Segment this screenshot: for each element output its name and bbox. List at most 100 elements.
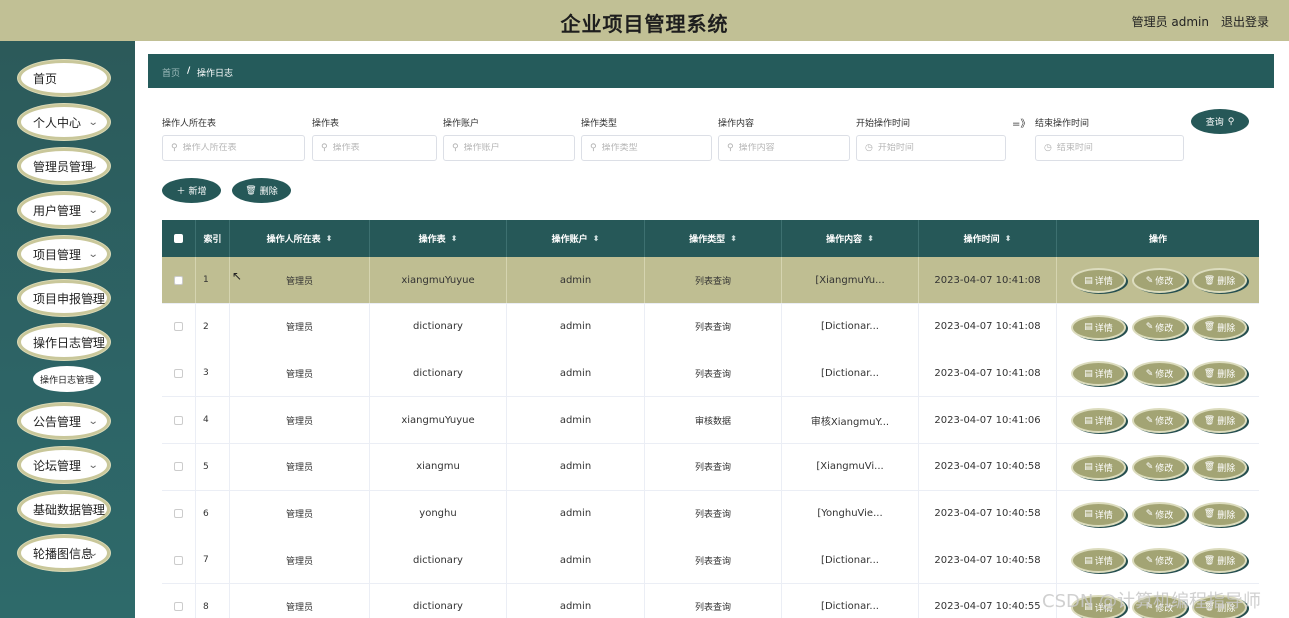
type-input[interactable] <box>601 143 702 153</box>
delete-button[interactable]: 🗑 删除 <box>1192 268 1247 293</box>
sidebar-item-notice-management[interactable]: 公告管理 ⌄ <box>18 403 110 439</box>
detail-button-label: 详情 <box>1094 417 1113 428</box>
edit-button[interactable]: ✎ 修改 <box>1132 548 1187 574</box>
logout-link[interactable]: 退出登录 <box>1221 13 1269 30</box>
edit-button[interactable]: ✎ 修改 <box>1132 501 1187 527</box>
chevron-up-icon: ⌃ <box>87 337 99 348</box>
sidebar-item-project-application[interactable]: 项目申报管理 ⌄ <box>18 280 110 316</box>
cell-account: admin <box>507 537 645 584</box>
select-all-checkbox[interactable] <box>174 234 183 243</box>
sidebar-item-admin-management[interactable]: 管理员管理 ⌄ <box>18 148 110 184</box>
row-checkbox[interactable] <box>174 555 183 565</box>
row-actions-cell: ▤ 详情 ✎ 修改 🗑 删除 <box>1057 257 1259 303</box>
table-row[interactable]: 3 管理员 dictionary admin 列表查询 [Dictionar... 2023… <box>162 350 1259 398</box>
table-row[interactable]: 6 管理员 yonghu admin 列表查询 [YonghuVie... 2023-04-… <box>162 490 1259 538</box>
label-content: 操作内容 <box>718 119 755 129</box>
row-checkbox[interactable] <box>174 602 183 612</box>
sidebar-item-project-management[interactable]: 项目管理 ⌄ <box>18 236 110 272</box>
row-checkbox[interactable] <box>174 322 183 332</box>
row-select-cell <box>162 443 196 490</box>
sort-icon[interactable]: ⬍ <box>1005 234 1012 243</box>
sidebar-item-personal-center[interactable]: 个人中心 ⌄ <box>18 104 110 140</box>
column-header-user-table[interactable]: 操作人所在表 ⬍ <box>230 220 370 257</box>
breadcrumb-current: 操作日志 <box>197 69 234 79</box>
app-title: 企业项目管理系统 <box>560 12 729 36</box>
sort-icon[interactable]: ⬍ <box>451 234 458 243</box>
delete-button[interactable]: 🗑 删除 <box>1192 454 1247 480</box>
row-checkbox[interactable] <box>174 275 183 285</box>
delete-button[interactable]: 🗑 删除 <box>1192 501 1247 527</box>
table-row[interactable]: 1 管理员 xiangmuYuyue admin 列表查询 [XiangmuYu... 20… <box>162 257 1259 304</box>
delete-button[interactable]: 🗑 删除 <box>1192 361 1247 387</box>
table-row[interactable]: 5 管理员 xiangmu admin 列表查询 [XiangmuVi... 2023-04… <box>162 443 1259 491</box>
submenu-item-operation-log[interactable]: 操作日志管理 <box>33 366 101 392</box>
delete-button[interactable]: 🗑 删除 <box>1192 314 1247 340</box>
sidebar-item-basic-data[interactable]: 基础数据管理 ⌄ <box>18 491 110 527</box>
query-button[interactable]: 查询 ⚲ <box>1191 109 1249 134</box>
user-table-input[interactable] <box>182 143 283 153</box>
table-row[interactable]: 7 管理员 dictionary admin 列表查询 [Dictionar... 2023… <box>162 537 1259 585</box>
sort-icon[interactable]: ⬍ <box>326 234 333 243</box>
end-time-input[interactable] <box>1056 143 1157 153</box>
cell-account: admin <box>507 350 645 397</box>
row-checkbox[interactable] <box>174 415 183 425</box>
sidebar-item-user-management[interactable]: 用户管理 ⌄ <box>18 192 110 228</box>
edit-button-label: 修改 <box>1155 370 1174 381</box>
row-checkbox[interactable] <box>174 509 183 518</box>
start-time-input[interactable] <box>877 143 978 153</box>
table-input[interactable] <box>332 143 433 153</box>
label-user-table: 操作人所在表 <box>162 119 217 129</box>
cell-type: 列表查询 <box>645 490 782 537</box>
detail-button[interactable]: ▤ 详情 <box>1071 314 1126 340</box>
detail-button[interactable]: ▤ 详情 <box>1071 268 1126 293</box>
detail-button[interactable]: ▤ 详情 <box>1071 548 1126 574</box>
batch-delete-button[interactable]: 🗑 删除 <box>232 178 291 203</box>
edit-button[interactable]: ✎ 修改 <box>1132 361 1187 387</box>
edit-button[interactable]: ✎ 修改 <box>1132 268 1187 293</box>
add-button[interactable]: ＋新增 <box>162 178 221 203</box>
sort-icon[interactable]: ⬍ <box>867 234 874 243</box>
delete-button[interactable]: 🗑 删除 <box>1192 548 1247 574</box>
column-header-time[interactable]: 操作时间 ⬍ <box>919 220 1057 257</box>
cell-type: 列表查询 <box>645 257 782 303</box>
column-header-table[interactable]: 操作表 ⬍ <box>370 220 507 257</box>
edit-button[interactable]: ✎ 修改 <box>1132 314 1187 340</box>
table-row[interactable]: 2 管理员 dictionary admin 列表查询 [Dictionar... 2023… <box>162 303 1259 351</box>
row-checkbox[interactable] <box>174 368 183 378</box>
clock-icon: ◷ <box>865 143 873 153</box>
edit-button[interactable]: ✎ 修改 <box>1132 408 1187 434</box>
cell-table: xiangmuYuyue <box>370 257 507 303</box>
sort-icon[interactable]: ⬍ <box>593 234 600 243</box>
sidebar-item-home[interactable]: 首页 <box>18 60 110 96</box>
detail-button[interactable]: ▤ 详情 <box>1071 408 1126 434</box>
sidebar-item-carousel[interactable]: 轮播图信息 ⌄ <box>18 535 110 571</box>
column-header-type[interactable]: 操作类型 ⬍ <box>645 220 782 257</box>
cell-content: [XiangmuVi... <box>782 443 919 490</box>
row-checkbox[interactable] <box>174 462 183 472</box>
cell-account: admin <box>507 397 645 444</box>
document-icon: ▤ <box>1084 415 1093 426</box>
sort-icon[interactable]: ⬍ <box>730 234 737 243</box>
sidebar-item-operation-log[interactable]: 操作日志管理 ⌃ <box>18 324 110 360</box>
delete-button-label: 删除 <box>1217 417 1236 428</box>
cell-table: xiangmuYuyue <box>370 397 507 444</box>
column-header-account[interactable]: 操作账户 ⬍ <box>507 220 645 257</box>
chevron-down-icon: ⌄ <box>87 416 99 427</box>
cell-account: admin <box>507 257 645 303</box>
breadcrumb-home[interactable]: 首页 <box>162 66 180 79</box>
column-header-content[interactable]: 操作内容 ⬍ <box>782 220 919 257</box>
detail-button[interactable]: ▤ 详情 <box>1071 501 1126 527</box>
account-input[interactable] <box>463 143 564 153</box>
label-account: 操作账户 <box>443 119 480 129</box>
detail-button[interactable]: ▤ 详情 <box>1071 454 1126 480</box>
content-input[interactable] <box>738 143 839 153</box>
table-row[interactable]: 4 管理员 xiangmuYuyue admin 审核数据 审核XiangmuY... 20… <box>162 397 1259 445</box>
detail-button[interactable]: ▤ 详情 <box>1071 361 1126 387</box>
cell-time: 2023-04-07 10:41:08 <box>919 257 1057 303</box>
sidebar-item-forum-management[interactable]: 论坛管理 ⌄ <box>18 447 110 483</box>
delete-button[interactable]: 🗑 删除 <box>1192 408 1247 434</box>
edit-button[interactable]: ✎ 修改 <box>1132 454 1187 480</box>
row-actions-cell: ▤ 详情 ✎ 修改 🗑 删除 <box>1057 397 1259 443</box>
sidebar-item-label: 首页 <box>33 71 58 86</box>
column-header-label: 操作时间 <box>963 235 1000 245</box>
